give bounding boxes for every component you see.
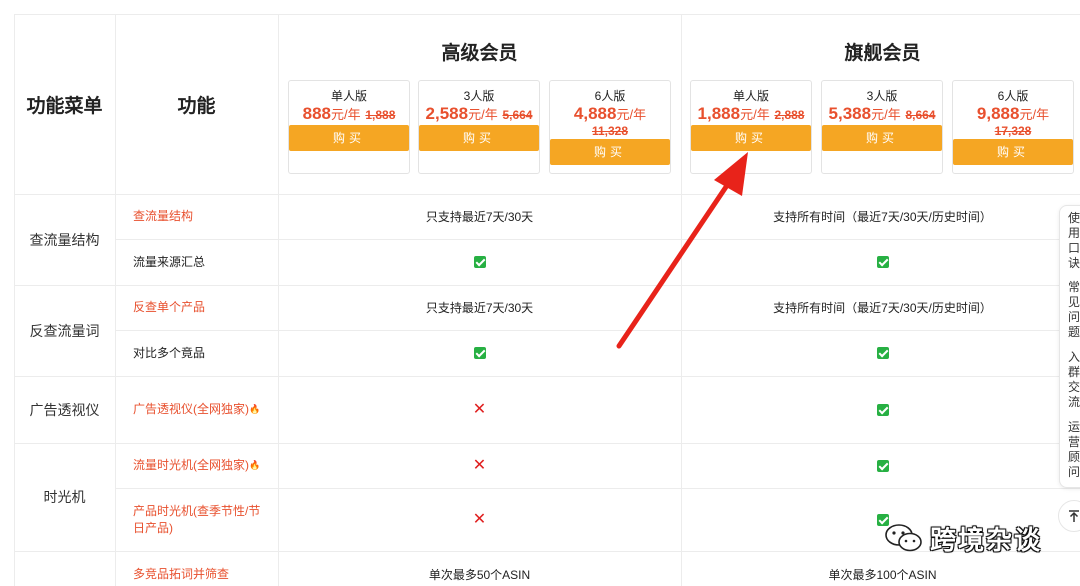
tier-title-advanced: 高级会员: [441, 43, 518, 64]
side-item-join-group[interactable]: 入群交流: [1068, 350, 1080, 410]
feature-column-header: 功能: [177, 95, 216, 117]
price-unit: 元/年: [1019, 107, 1050, 122]
price-value: 1,888: [697, 104, 741, 123]
plan-price: 2,588元/年 5,664: [419, 104, 539, 124]
flagship-value: [681, 376, 1080, 443]
menu-group-ad-insight: 广告透视仪: [29, 401, 100, 418]
price-value: 2,588: [425, 104, 469, 123]
original-price: 2,888: [774, 108, 805, 122]
buy-button[interactable]: 购买: [953, 139, 1073, 165]
buy-button[interactable]: 购买: [822, 125, 942, 151]
flagship-value: 支持所有时间（最近7天/30天/历史时间）: [773, 210, 992, 224]
plan-price: 4,888元/年: [550, 104, 670, 124]
menu-group-traffic-structure: 查流量结构: [29, 231, 100, 248]
plan-price: 9,888元/年: [953, 104, 1073, 124]
feature-label: 流量来源汇总: [133, 254, 206, 269]
check-icon: [473, 256, 486, 268]
side-item-consultant[interactable]: 运营顾问: [1068, 420, 1080, 480]
advanced-value: 只支持最近7天/30天: [425, 210, 534, 224]
arrow-up-icon: [1069, 510, 1079, 522]
feature-link[interactable]: 查流量结构: [115, 194, 278, 239]
check-icon: [876, 459, 889, 472]
original-price: 11,328: [591, 124, 629, 138]
plan-card-flagship-6: 6人版 9,888元/年 17,328 购买: [952, 80, 1074, 174]
flagship-value: [681, 443, 1080, 488]
buy-button[interactable]: 购买: [419, 125, 539, 151]
plan-card-advanced-single: 单人版 888元/年 1,888 购买: [288, 80, 410, 174]
price-unit: 元/年: [330, 107, 361, 122]
advanced-value: [278, 330, 681, 376]
feature-link-label: 广告透视仪(全网独家): [133, 402, 249, 416]
original-price: 8,664: [905, 108, 936, 122]
cross-icon: ✕: [472, 510, 487, 528]
original-price: 1,888: [365, 108, 396, 122]
cross-icon: ✕: [472, 456, 487, 474]
plan-name: 单人版: [732, 89, 769, 103]
fire-icon: 🔥: [249, 404, 261, 414]
feature-link[interactable]: 广告透视仪(全网独家) 🔥: [115, 376, 278, 443]
advanced-value: ✕: [278, 376, 681, 443]
plan-price: 888元/年 1,888: [289, 104, 409, 124]
watermark-text: 跨境杂谈: [930, 524, 1043, 555]
buy-button[interactable]: 购买: [550, 139, 670, 165]
side-item-faq[interactable]: 常见问题: [1068, 280, 1080, 340]
advanced-value: 只支持最近7天/30天: [425, 301, 534, 315]
check-icon: [876, 256, 889, 268]
plan-name: 3人版: [866, 89, 898, 103]
fire-icon: 🔥: [249, 460, 261, 470]
price-unit: 元/年: [468, 107, 498, 122]
check-icon: [876, 347, 889, 359]
feature-link[interactable]: 流量时光机(全网独家) 🔥: [115, 443, 278, 488]
tier-title-flagship: 旗舰会员: [844, 43, 921, 64]
buy-button[interactable]: 购买: [691, 125, 811, 151]
plan-card-advanced-6: 6人版 4,888元/年 11,328 购买: [549, 80, 671, 174]
price-value: 9,888: [976, 104, 1020, 123]
buy-button[interactable]: 购买: [289, 125, 409, 151]
plan-name: 6人版: [594, 89, 626, 103]
plan-name: 单人版: [330, 89, 367, 103]
feature-link[interactable]: 反查单个产品: [115, 285, 278, 330]
plan-name: 6人版: [997, 89, 1029, 103]
side-help-panel: 使用口诀 常见问题 入群交流 运营顾问: [1059, 205, 1080, 488]
wechat-icon: [885, 524, 922, 552]
flagship-value: [681, 330, 1080, 376]
flagship-value: [681, 239, 1080, 285]
watermark: 跨境杂谈: [884, 518, 1042, 558]
price-unit: 元/年: [871, 107, 901, 122]
flagship-value: 支持所有时间（最近7天/30天/历史时间）: [773, 301, 992, 315]
original-price: 17,328: [994, 124, 1032, 138]
advanced-value: 单次最多50个ASIN: [428, 567, 531, 582]
feature-link[interactable]: 多竞品拓词并筛查: [115, 551, 278, 586]
plan-price: 1,888元/年 2,888: [691, 104, 811, 124]
feature-label: 对比多个竟品: [133, 345, 206, 360]
price-value: 888: [302, 104, 331, 123]
plan-name: 3人版: [463, 89, 495, 103]
plan-card-flagship-3: 3人版 5,388元/年 8,664 购买: [821, 80, 943, 174]
cross-icon: ✕: [472, 400, 487, 418]
price-unit: 元/年: [616, 107, 647, 122]
price-unit: 元/年: [740, 107, 770, 122]
pricing-table: 功能菜单 功能 高级会员 旗舰会员 单人版 888元/年 1,888 购买 3人…: [0, 0, 1080, 586]
original-price: 5,664: [502, 108, 533, 122]
check-icon: [473, 347, 486, 359]
plan-card-flagship-single: 单人版 1,888元/年 2,888 购买: [690, 80, 812, 174]
menu-column-header: 功能菜单: [26, 95, 103, 117]
advanced-value: ✕: [278, 488, 681, 551]
advanced-value: ✕: [278, 443, 681, 488]
feature-link[interactable]: 产品时光机(查季节性/节日产品): [115, 488, 278, 551]
price-value: 5,388: [828, 104, 872, 123]
feature-link-label: 流量时光机(全网独家): [133, 458, 249, 472]
side-item-usage-tips[interactable]: 使用口诀: [1068, 211, 1080, 271]
check-icon: [876, 403, 889, 416]
menu-group-time-machine: 时光机: [43, 489, 86, 505]
plan-card-advanced-3: 3人版 2,588元/年 5,664 购买: [418, 80, 540, 174]
menu-group-reverse-keywords: 反查流量词: [29, 322, 100, 339]
price-value: 4,888: [573, 104, 617, 123]
plan-price: 5,388元/年 8,664: [822, 104, 942, 124]
advanced-value: [278, 239, 681, 285]
